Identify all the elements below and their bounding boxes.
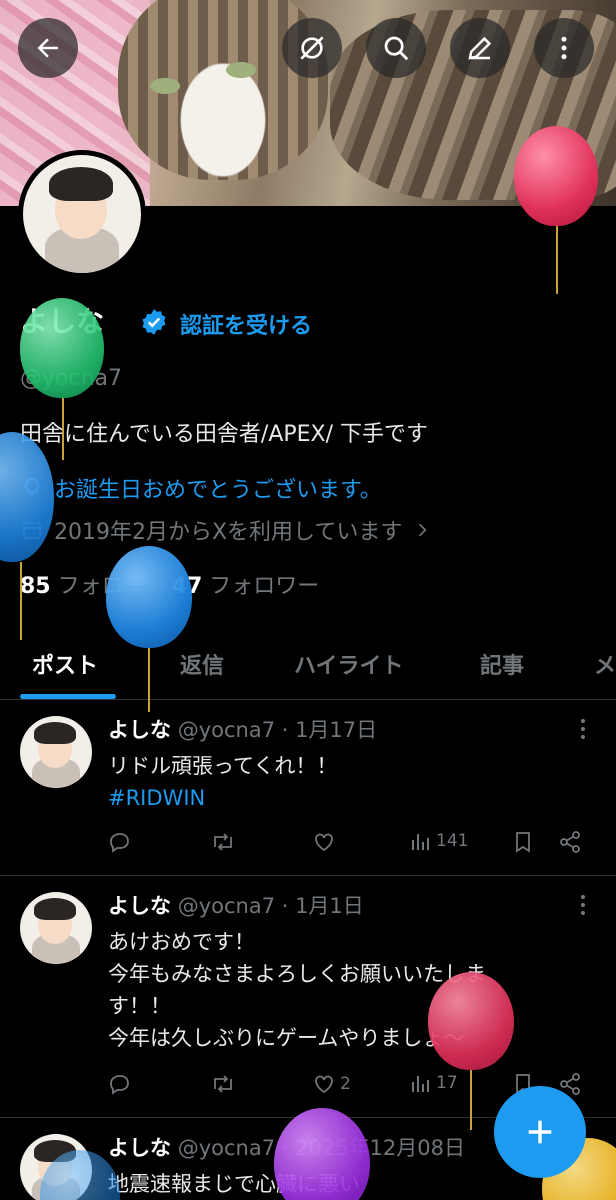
cat-eye-right xyxy=(226,62,256,78)
post-author: よしな xyxy=(108,718,171,742)
repost-icon xyxy=(214,1075,232,1093)
arrow-left-icon xyxy=(37,38,58,58)
views-button[interactable]: 141 xyxy=(410,830,468,852)
chevron-right-icon xyxy=(419,523,427,537)
followers-link[interactable]: 47 フォロワー xyxy=(172,568,320,600)
views-icon xyxy=(412,834,429,850)
active-tab-indicator xyxy=(20,694,116,699)
post-more-icon[interactable] xyxy=(580,718,586,740)
view-count: 141 xyxy=(436,831,469,851)
like-button[interactable]: 2 xyxy=(312,1072,351,1096)
tab-replies[interactable]: 返信 xyxy=(180,648,224,680)
birthday-row: お誕生日おめでとうございます。 xyxy=(20,472,382,504)
verified-badge-icon xyxy=(142,309,166,335)
views-button[interactable]: 17 xyxy=(410,1072,458,1094)
blue-balloon xyxy=(106,546,192,648)
search-icon xyxy=(384,36,409,61)
back-button[interactable] xyxy=(18,18,78,78)
tab-media[interactable]: メ xyxy=(594,648,616,680)
post-text: リドル頑張ってくれ！！ #RIDWIN xyxy=(108,750,598,814)
post-meta: @yocna7 · 1月1日 xyxy=(177,894,364,918)
hide-button[interactable] xyxy=(282,18,342,78)
repost-button[interactable] xyxy=(210,1072,236,1096)
following-count: 85 xyxy=(20,574,51,599)
heart-icon xyxy=(315,1075,333,1094)
get-verified-link[interactable]: 認証を受ける xyxy=(180,308,312,340)
joined-text: 2019年2月からXを利用しています xyxy=(54,520,403,545)
bookmark-button[interactable] xyxy=(512,830,534,854)
post-line: 今年は久しぶりにゲームやりましょ～ xyxy=(108,1026,465,1050)
followers-label: フォロワー xyxy=(209,574,320,599)
post-line: リドル頑張ってくれ！！ xyxy=(108,754,338,778)
bookmark-icon xyxy=(516,832,530,853)
post-item[interactable]: よしな @yocna7 · 1月17日 リドル頑張ってくれ！！ #RIDWIN … xyxy=(0,700,616,876)
post-author: よしな xyxy=(108,1136,171,1160)
balloon-string xyxy=(470,1070,472,1130)
balloon-string xyxy=(148,648,150,712)
like-button[interactable] xyxy=(312,830,340,854)
post-line: あけおめです！ xyxy=(108,930,255,954)
profile-bio: 田舎に住んでいる田舎者/APEX/ 下手です xyxy=(20,422,429,447)
post-avatar[interactable] xyxy=(20,892,92,964)
balloon-string xyxy=(20,562,22,640)
edit-button[interactable] xyxy=(450,18,510,78)
post-header: よしな @yocna7 · 1月17日 xyxy=(108,714,377,744)
compose-post-button[interactable] xyxy=(494,1086,586,1178)
birthday-text: お誕生日おめでとうございます。 xyxy=(54,478,382,503)
search-button[interactable] xyxy=(366,18,426,78)
post-actions: 141 xyxy=(108,830,598,862)
post-avatar[interactable] xyxy=(20,716,92,788)
post-text: あけおめです！ 今年もみなさまよろしくお願いいたしま す！！ 今年は久しぶりにゲ… xyxy=(108,926,598,1054)
red-balloon xyxy=(514,126,598,226)
cat-eye-left xyxy=(150,78,180,94)
tab-posts[interactable]: ポスト xyxy=(32,648,98,680)
balloon-string xyxy=(556,226,558,294)
heart-icon xyxy=(315,833,333,852)
eye-slash-icon xyxy=(300,36,324,60)
post-hashtag[interactable]: #RIDWIN xyxy=(108,782,598,814)
post-line: 今年もみなさまよろしくお願いいたしま xyxy=(108,962,486,986)
red-balloon xyxy=(428,972,514,1070)
reply-icon xyxy=(110,833,129,853)
more-button[interactable] xyxy=(534,18,594,78)
joined-row[interactable]: 2019年2月からXを利用しています xyxy=(20,514,432,546)
repost-button[interactable] xyxy=(210,830,236,854)
share-button[interactable] xyxy=(558,830,582,854)
more-vertical-icon xyxy=(561,36,567,60)
reply-button[interactable] xyxy=(108,1072,132,1096)
plus-icon xyxy=(528,1120,552,1144)
pencil-icon xyxy=(468,36,492,60)
balloon-string xyxy=(62,398,64,460)
profile-avatar[interactable] xyxy=(18,150,146,278)
post-author: よしな xyxy=(108,894,171,918)
post-more-icon[interactable] xyxy=(580,894,586,916)
profile-tabs: ポスト 返信 ハイライト 記事 メ xyxy=(0,640,616,700)
reply-button[interactable] xyxy=(108,830,132,854)
view-count: 17 xyxy=(436,1073,458,1093)
post-header: よしな @yocna7 · 1月1日 xyxy=(108,890,364,920)
tab-articles[interactable]: 記事 xyxy=(480,648,524,680)
views-icon xyxy=(412,1076,429,1092)
like-count: 2 xyxy=(340,1074,351,1094)
post-item[interactable]: よしな @yocna7 · 1月1日 あけおめです！ 今年もみなさまよろしくお願… xyxy=(0,876,616,1118)
green-balloon xyxy=(20,298,104,398)
post-meta: @yocna7 · 1月17日 xyxy=(177,718,378,742)
repost-icon xyxy=(214,833,232,851)
share-icon xyxy=(560,831,580,853)
reply-icon xyxy=(110,1075,129,1095)
post-line: す！！ xyxy=(108,994,171,1018)
tab-highlights[interactable]: ハイライト xyxy=(294,648,404,680)
